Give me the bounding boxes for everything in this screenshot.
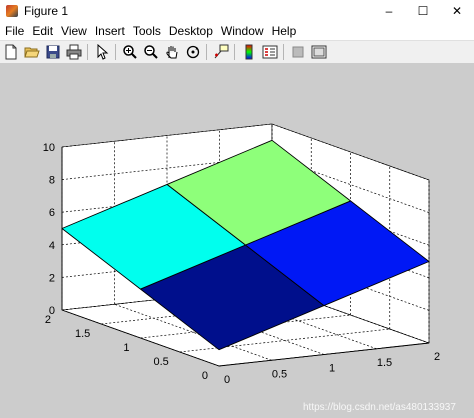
menu-view[interactable]: View	[57, 24, 91, 38]
pan-hand-icon	[166, 46, 178, 59]
close-button[interactable]: ✕	[440, 0, 474, 22]
print-icon	[66, 44, 82, 60]
new-figure-button[interactable]	[1, 42, 21, 62]
data-cursor-icon	[214, 44, 229, 59]
menu-tools[interactable]: Tools	[129, 24, 165, 38]
maximize-button[interactable]: ☐	[406, 0, 440, 22]
hide-plot-tools-button[interactable]	[288, 42, 308, 62]
pan-button[interactable]	[162, 42, 182, 62]
menu-help[interactable]: Help	[268, 24, 301, 38]
matlab-icon	[6, 5, 18, 17]
zoom-in-button[interactable]	[120, 42, 140, 62]
y-tick-label: 0	[202, 370, 208, 382]
print-button[interactable]	[64, 42, 84, 62]
legend-icon	[262, 45, 278, 59]
x-tick-label: 0	[224, 374, 230, 386]
toolbar-separator	[206, 44, 207, 60]
figure-window: Figure 1 – ☐ ✕ File Edit View Insert Too…	[0, 0, 474, 418]
window-title: Figure 1	[24, 4, 69, 18]
toolbar-separator	[234, 44, 235, 60]
insert-colorbar-button[interactable]	[239, 42, 259, 62]
x-tick-label: 2	[434, 351, 440, 363]
zoom-out-icon	[144, 45, 158, 59]
arrow-pointer-icon	[97, 44, 109, 60]
toolbar-separator	[283, 44, 284, 60]
insert-legend-button[interactable]	[260, 42, 280, 62]
title-bar[interactable]: Figure 1 – ☐ ✕	[0, 0, 474, 22]
edit-plot-button[interactable]	[92, 42, 112, 62]
rotate-3d-button[interactable]	[183, 42, 203, 62]
colorbar-icon	[245, 44, 253, 60]
surface-plot[interactable]: 0 0.5 1 1.5 200.511.520246810 https://blog.c…	[0, 63, 474, 418]
toolbar-separator	[115, 44, 116, 60]
new-figure-icon	[5, 44, 17, 60]
z-tick-label: 2	[49, 272, 55, 284]
show-plot-tools-button[interactable]	[309, 42, 329, 62]
z-tick-label: 10	[43, 142, 55, 154]
watermark-text: https://blog.csdn.net/as480133937	[303, 402, 456, 413]
menu-bar: File Edit View Insert Tools Desktop Wind…	[0, 22, 474, 40]
open-file-button[interactable]	[22, 42, 42, 62]
z-tick-label: 8	[49, 175, 55, 187]
figure-toolbar	[0, 40, 474, 64]
menu-file[interactable]: File	[0, 24, 28, 38]
show-plot-tools-icon	[311, 45, 327, 59]
menu-insert[interactable]: Insert	[91, 24, 129, 38]
save-button[interactable]	[43, 42, 63, 62]
y-tick-label: 1	[123, 342, 129, 354]
zoom-in-icon	[123, 45, 137, 59]
zoom-out-button[interactable]	[141, 42, 161, 62]
menu-edit[interactable]: Edit	[28, 24, 57, 38]
x-tick-label: 1	[329, 363, 335, 375]
menu-window[interactable]: Window	[217, 24, 268, 38]
y-tick-label: 1.5	[75, 328, 90, 340]
z-tick-label: 0	[49, 305, 55, 317]
x-tick-label: 0.5	[272, 368, 287, 380]
figure-canvas[interactable]: 0 0.5 1 1.5 2 0 0.5 1 1.5 2 0 2 4 6 8 10 https://blog.c…	[0, 63, 474, 418]
menu-desktop[interactable]: Desktop	[165, 24, 217, 38]
toolbar-separator	[87, 44, 88, 60]
z-tick-label: 6	[49, 207, 55, 219]
z-tick-label: 4	[49, 240, 55, 252]
minimize-button[interactable]: –	[372, 0, 406, 22]
rotate-3d-icon	[186, 45, 200, 59]
hide-plot-tools-icon	[292, 46, 304, 58]
y-tick-label: 0.5	[153, 356, 168, 368]
x-tick-label: 1.5	[377, 357, 392, 369]
open-file-icon	[24, 47, 40, 58]
save-icon	[46, 45, 60, 59]
data-cursor-button[interactable]	[211, 42, 231, 62]
